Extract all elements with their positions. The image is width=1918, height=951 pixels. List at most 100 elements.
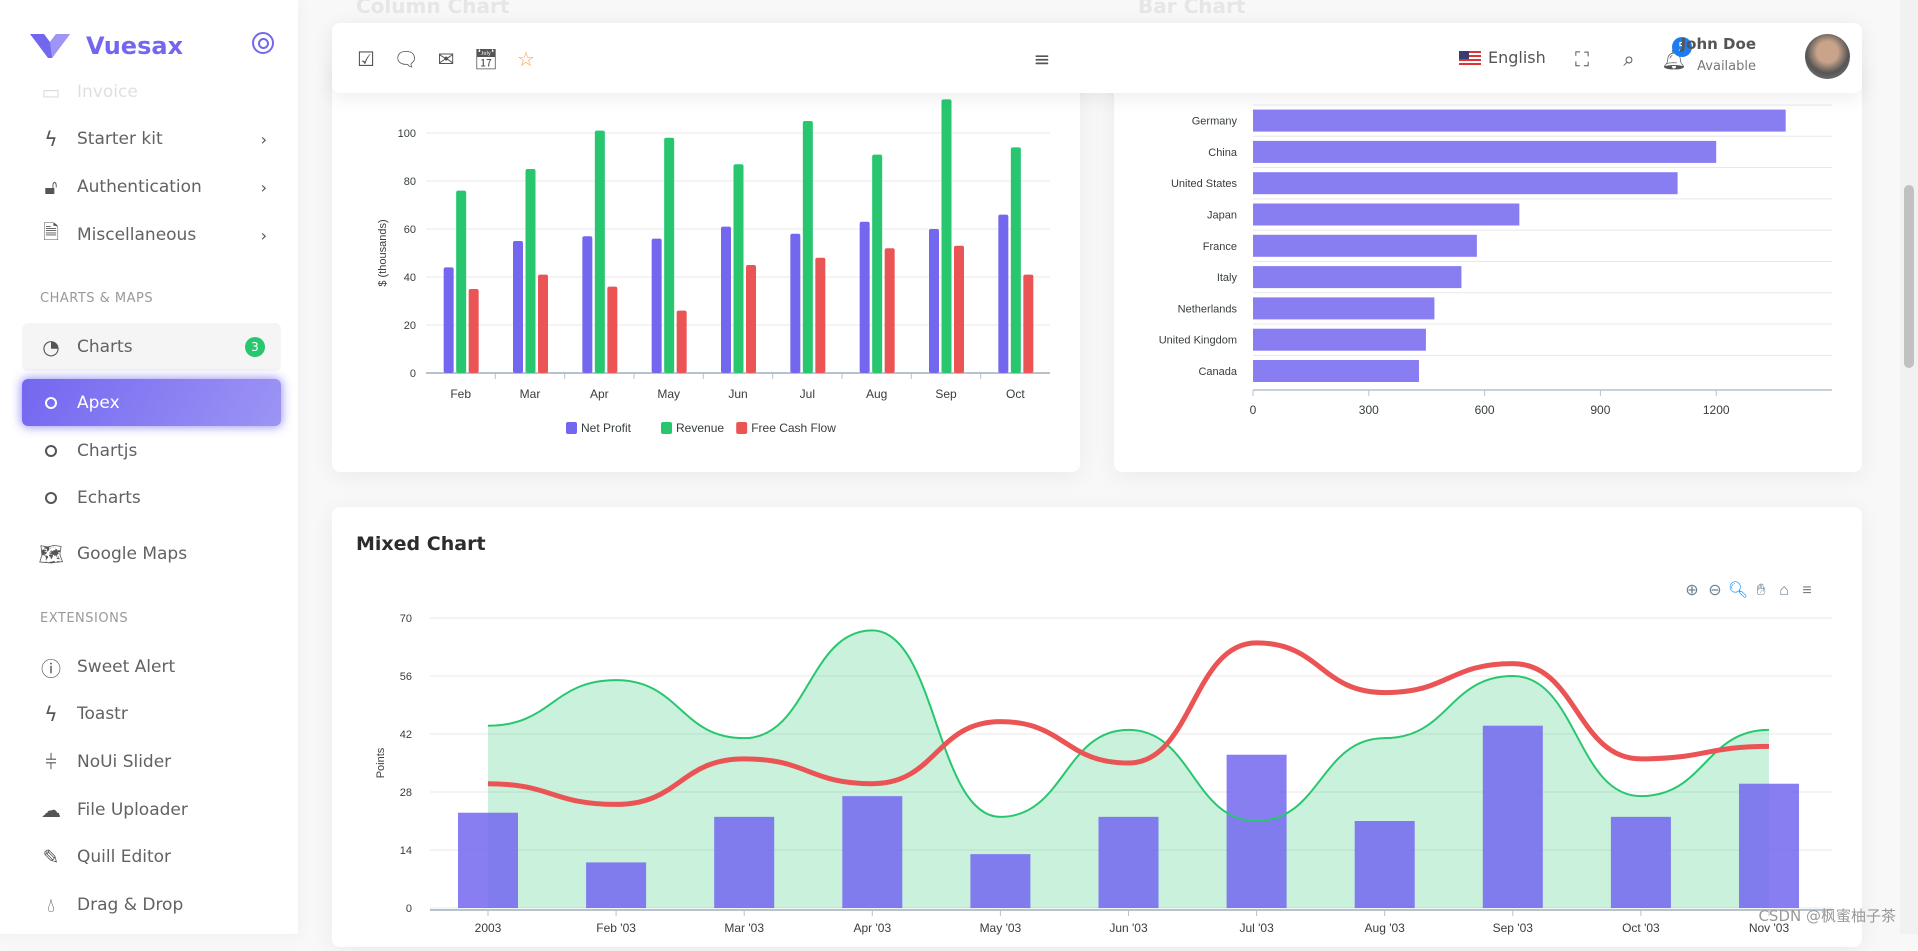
sidebar-item-invoice[interactable]: ▭ Invoice xyxy=(22,69,281,115)
column-bar xyxy=(1098,816,1159,908)
bar-revenue xyxy=(525,169,536,373)
x-tick-label: Feb '03 xyxy=(596,921,636,935)
sidebar-item-charts[interactable]: ◔ Charts 3 xyxy=(22,323,281,371)
calendar-icon[interactable]: 📅︎ xyxy=(473,47,498,71)
mail-icon[interactable]: ✉ xyxy=(434,47,458,71)
y-category-label: China xyxy=(1208,147,1238,159)
y-tick-label: 100 xyxy=(398,128,416,140)
star-icon[interactable]: ☆ xyxy=(514,47,538,71)
bar-united-states xyxy=(1253,172,1678,195)
sidebar: Vuesax ▭ Invoice ϟ Starter kit › 🔓︎ Authenti… xyxy=(0,0,298,934)
sidebar-item-label: Miscellaneous xyxy=(77,225,197,245)
chevron-right-icon: › xyxy=(260,225,267,245)
sidebar-item-authentication[interactable]: 🔓︎ Authentication › xyxy=(22,164,281,210)
y-axis-label: Points xyxy=(375,747,387,778)
sidebar-item-label: Toastr xyxy=(77,704,128,724)
y-category-label: France xyxy=(1203,241,1237,253)
scrollbar-thumb[interactable] xyxy=(1904,185,1914,368)
sidebar-item-chartjs[interactable]: Chartjs xyxy=(22,428,281,474)
sidebar-item-google-maps[interactable]: 🗺︎ Google Maps xyxy=(22,531,281,577)
x-tick-label: Apr xyxy=(590,387,609,401)
x-tick-label: Aug xyxy=(866,387,887,401)
alert-circle-icon: ⓘ xyxy=(41,656,61,681)
check-square-icon[interactable]: ☑ xyxy=(354,47,378,71)
x-tick-label: Mar '03 xyxy=(724,921,764,935)
legend-marker xyxy=(566,422,577,434)
section-header-charts-maps: CHARTS & MAPS xyxy=(40,291,154,306)
x-tick-label: Oct '03 xyxy=(1622,921,1660,935)
sidebar-item-quill-editor[interactable]: ✎ Quill Editor xyxy=(22,834,281,880)
pan-icon[interactable]: ✋︎ xyxy=(1756,582,1765,599)
bar-net-profit xyxy=(651,238,662,373)
brand-logo[interactable]: Vuesax xyxy=(30,32,183,60)
page-scrollbar[interactable] xyxy=(1900,0,1918,934)
sidebar-item-apex[interactable]: Apex xyxy=(22,379,281,426)
menu-icon[interactable]: ≡ xyxy=(1030,47,1054,71)
us-flag-icon xyxy=(1459,51,1481,66)
column-chart-title: Column Chart xyxy=(356,0,510,18)
sidebar-item-toastr[interactable]: ϟ Toastr xyxy=(22,691,281,737)
sidebar-item-label: Authentication xyxy=(77,177,202,197)
chevron-right-icon: › xyxy=(260,129,267,149)
y-tick-label: 70 xyxy=(400,613,412,625)
x-tick-label: Feb xyxy=(450,387,471,401)
x-tick-label: May '03 xyxy=(980,921,1022,935)
x-tick-label: Oct xyxy=(1006,387,1025,401)
circle-icon xyxy=(39,439,63,463)
droplet-icon: 💧︎ xyxy=(47,893,55,917)
bar-free-cash-flow xyxy=(468,289,479,373)
y-tick-label: 0 xyxy=(410,368,416,380)
maximize-icon[interactable]: ⛶ xyxy=(1570,47,1594,71)
message-square-icon[interactable]: 🗨︎ xyxy=(393,47,418,71)
sidebar-item-label: Echarts xyxy=(77,488,141,508)
sidebar-item-echarts[interactable]: Echarts xyxy=(22,475,281,521)
search-icon[interactable]: ⌕ xyxy=(1617,47,1641,71)
bar-revenue xyxy=(664,137,675,373)
watermark: CSDN @枫蜜柚子茶 xyxy=(1758,907,1896,925)
y-tick-label: 40 xyxy=(404,272,416,284)
mixed-chart-card: Mixed Chart 0 14 28 42 56 70 Points 2003 Feb '03… xyxy=(332,507,1862,947)
home-icon[interactable]: ⌂ xyxy=(1779,582,1789,599)
bar-chart-card: Canada United Kingdom Netherlands Italy Fran… xyxy=(1114,60,1862,472)
column-bar xyxy=(714,816,775,908)
y-tick-label: 14 xyxy=(400,845,412,857)
bar-revenue xyxy=(733,164,744,373)
pin-sidebar-toggle-icon[interactable] xyxy=(252,32,274,54)
sidebar-item-label: Starter kit xyxy=(77,129,163,149)
sidebar-item-noui-slider[interactable]: ⫩ NoUi Slider xyxy=(22,739,281,785)
column-bar xyxy=(458,812,518,908)
zap-icon: ϟ xyxy=(44,702,58,726)
sidebar-item-starter-kit[interactable]: ϟ Starter kit › xyxy=(22,116,281,162)
selection-zoom-icon[interactable]: 🔍︎ xyxy=(1728,581,1748,599)
avatar[interactable] xyxy=(1805,34,1850,79)
column-chart-card: 0 20 40 60 80 100 $ (thousands) Feb Mar Apr May Jun… xyxy=(332,60,1080,472)
user-status: Available xyxy=(1697,59,1756,74)
sidebar-item-label: Charts xyxy=(77,337,133,357)
section-header-extensions: EXTENSIONS xyxy=(40,611,129,626)
menu-icon[interactable]: ≡ xyxy=(1802,582,1811,599)
x-tick-label: May xyxy=(657,387,680,401)
x-tick-label: Jul '03 xyxy=(1239,921,1274,935)
x-tick-label: 2003 xyxy=(475,921,502,935)
language-selector[interactable]: English xyxy=(1488,48,1546,67)
y-category-label: Japan xyxy=(1207,210,1237,222)
file-text-icon: 🗎 xyxy=(42,220,60,244)
bar-net-profit xyxy=(790,233,801,373)
x-tick-label: 900 xyxy=(1590,403,1610,417)
sidebar-item-file-uploader[interactable]: ☁ File Uploader xyxy=(22,787,281,833)
zoom-in-icon[interactable]: ⊕ xyxy=(1685,582,1698,599)
sidebar-item-miscellaneous[interactable]: 🗎 Miscellaneous › xyxy=(22,212,281,258)
x-tick-label: Jun '03 xyxy=(1109,921,1148,935)
sidebar-item-drag-drop[interactable]: 💧︎ Drag & Drop xyxy=(22,882,281,928)
bar-free-cash-flow xyxy=(1023,274,1034,373)
x-tick-label: 600 xyxy=(1475,403,1495,417)
bar-germany xyxy=(1253,109,1786,132)
bar-france xyxy=(1253,234,1477,257)
bar-revenue xyxy=(941,99,952,374)
column-bar xyxy=(586,862,647,908)
sidebar-item-label: Sweet Alert xyxy=(77,657,176,677)
zoom-out-icon[interactable]: ⊖ xyxy=(1708,582,1721,599)
bar-revenue xyxy=(802,121,813,373)
sidebar-item-sweet-alert[interactable]: ⓘ Sweet Alert xyxy=(22,644,281,690)
y-tick-label: 56 xyxy=(400,671,412,683)
